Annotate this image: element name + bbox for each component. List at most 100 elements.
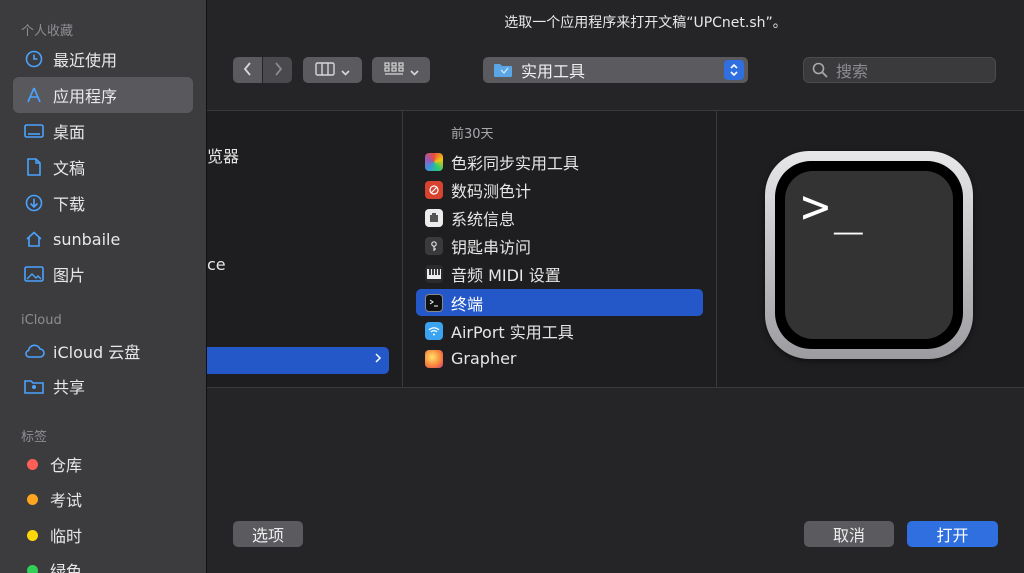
chevron-right-icon [375, 352, 382, 364]
cloud-icon [23, 340, 45, 362]
terminal-icon [425, 293, 443, 312]
sidebar-item-icloud-drive[interactable]: iCloud 云盘 [13, 333, 193, 369]
sidebar-tag-green[interactable]: 绿色 [13, 552, 193, 573]
sidebar-tag-warehouse[interactable]: 仓库 [13, 446, 193, 482]
sidebar-item-label: 共享 [53, 378, 86, 397]
preview-pane: >_ [717, 111, 1024, 387]
grid-group-icon [383, 61, 404, 80]
chevron-down-icon [409, 61, 419, 80]
shared-folder-icon [23, 375, 45, 397]
column-utilities: 前30天 色彩同步实用工具 数码测色计 系统信息 钥匙串访问 音频 MIDI 设… [403, 111, 717, 387]
tag-color-dot [27, 529, 38, 541]
sidebar-item-label: 绿色 [50, 562, 83, 573]
app-label: 钥匙串访问 [451, 237, 532, 257]
tag-color-dot [27, 458, 38, 470]
sidebar-item-documents[interactable]: 文稿 [13, 149, 193, 185]
audio-midi-icon [425, 264, 443, 283]
app-label: 数码测色计 [451, 181, 532, 201]
sidebar-item-label: 图片 [53, 266, 86, 285]
tag-color-dot [27, 564, 38, 573]
sidebar-item-label: 桌面 [53, 123, 86, 142]
digital-color-meter-icon [425, 180, 443, 199]
column-browser: 览器 ce 前30天 色彩同步实用工具 数码测色计 系统信息 钥匙串访问 音频 … [207, 110, 1024, 388]
search-placeholder: 搜索 [836, 62, 869, 81]
sidebar-item-pictures[interactable]: 图片 [13, 256, 193, 292]
sidebar-item-desktop[interactable]: 桌面 [13, 113, 193, 149]
chevron-right-icon [273, 61, 283, 80]
search-field[interactable]: 搜索 [803, 57, 996, 83]
cancel-button[interactable]: 取消 [804, 521, 894, 547]
sidebar-item-shared[interactable]: 共享 [13, 368, 193, 404]
updown-chevron-icon [724, 60, 744, 80]
path-popup[interactable]: 实用工具 [483, 57, 748, 83]
sidebar-item-label: 最近使用 [53, 51, 118, 70]
sidebar-tag-exam[interactable]: 考试 [13, 481, 193, 517]
grapher-icon [425, 349, 443, 368]
sidebar-item-label: 应用程序 [53, 87, 118, 106]
group-button[interactable] [372, 57, 430, 83]
app-label: 终端 [451, 294, 484, 314]
document-icon [23, 156, 45, 178]
chevron-left-icon [243, 61, 253, 80]
sidebar-tag-temporary[interactable]: 临时 [13, 517, 193, 553]
list-item-audio-midi-setup[interactable]: 音频 MIDI 设置 [416, 260, 703, 287]
path-popup-label: 实用工具 [521, 62, 586, 81]
list-item-utilities-selected[interactable] [207, 347, 389, 374]
list-item-digital-color-meter[interactable]: 数码测色计 [416, 176, 703, 203]
sidebar-item-label: 临时 [50, 527, 83, 546]
app-label: 系统信息 [451, 209, 516, 229]
open-button[interactable]: 打开 [907, 521, 998, 547]
applications-icon [23, 84, 45, 106]
desktop-icon [23, 120, 45, 142]
options-button[interactable]: 选项 [233, 521, 303, 547]
photos-icon [23, 263, 45, 285]
folder-icon [493, 62, 513, 78]
sidebar-item-label: sunbaile [53, 229, 121, 249]
list-item-partial[interactable]: ce [207, 255, 226, 274]
search-icon [812, 62, 828, 78]
sidebar-item-label: 文稿 [53, 159, 86, 178]
list-item-airport-utility[interactable]: AirPort 实用工具 [416, 317, 703, 344]
app-label: 色彩同步实用工具 [451, 153, 580, 173]
sidebar: 个人收藏 最近使用 应用程序 桌面 文稿 下载 sunbaile 图片 iClo… [0, 0, 207, 573]
file-chooser-main: 选取一个应用程序来打开文稿“UPCnet.sh”。 实用工具 搜索 览器 ce … [207, 0, 1024, 573]
sidebar-item-recents[interactable]: 最近使用 [13, 41, 193, 77]
back-button[interactable] [233, 57, 262, 83]
terminal-large-icon: >_ [765, 151, 973, 359]
sidebar-item-applications[interactable]: 应用程序 [13, 77, 193, 113]
app-label: Grapher [451, 349, 517, 368]
list-item-terminal[interactable]: 终端 [416, 289, 703, 316]
tags-section-label: 标签 [21, 430, 48, 445]
tag-color-dot [27, 493, 38, 505]
list-item-colorsync[interactable]: 色彩同步实用工具 [416, 148, 703, 175]
chevron-down-icon [341, 61, 350, 80]
colorsync-icon [425, 152, 443, 171]
app-label: 音频 MIDI 设置 [451, 265, 561, 285]
sidebar-item-label: 考试 [50, 491, 83, 510]
sidebar-item-label: iCloud 云盘 [53, 343, 141, 362]
sidebar-item-label: 下载 [53, 195, 86, 214]
airport-icon [425, 321, 443, 340]
list-item-partial[interactable]: 览器 [207, 143, 239, 167]
terminal-prompt-glyph: >_ [801, 179, 867, 235]
app-label: AirPort 实用工具 [451, 322, 574, 342]
sidebar-item-home[interactable]: sunbaile [13, 221, 193, 257]
list-item-system-information[interactable]: 系统信息 [416, 204, 703, 231]
clock-icon [23, 48, 45, 70]
sidebar-item-downloads[interactable]: 下载 [13, 185, 193, 221]
home-icon [23, 228, 45, 250]
column-header: 前30天 [451, 127, 494, 142]
list-item-grapher[interactable]: Grapher [416, 345, 703, 372]
system-information-icon [425, 208, 443, 227]
favorites-section-label: 个人收藏 [21, 24, 74, 39]
download-icon [23, 192, 45, 214]
sidebar-item-label: 仓库 [50, 456, 83, 475]
view-mode-button[interactable] [303, 57, 362, 83]
column-applications: 览器 ce [207, 111, 403, 387]
columns-view-icon [315, 61, 335, 80]
icloud-section-label: iCloud [21, 313, 62, 328]
dialog-title: 选取一个应用程序来打开文稿“UPCnet.sh”。 [504, 15, 787, 31]
forward-button[interactable] [263, 57, 292, 83]
keychain-icon [425, 236, 443, 255]
list-item-keychain-access[interactable]: 钥匙串访问 [416, 232, 703, 259]
